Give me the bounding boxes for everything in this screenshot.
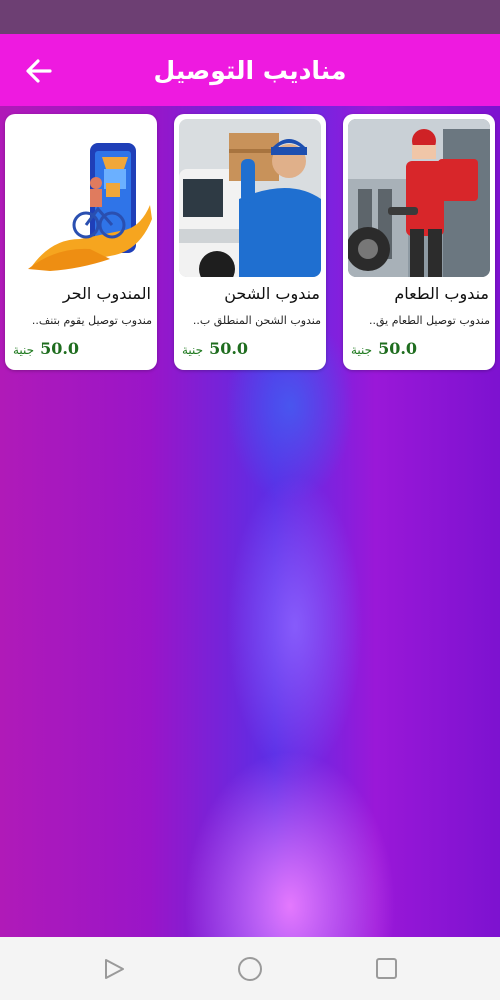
price-value: 50.0 [40,339,80,358]
content-area: مندوب الطعام مندوب توصيل الطعام يق.. جني… [0,106,500,937]
nav-home-button[interactable] [237,957,262,981]
freelance-courier-image [10,119,152,277]
shipping-courier-image [179,119,321,277]
courier-card-shipping[interactable]: مندوب الشحن مندوب الشحن المنطلق ب.. جنية… [174,114,326,370]
price-value: 50.0 [378,339,418,358]
courier-card-freelance[interactable]: المندوب الحر مندوب توصيل يقوم بتنف.. جني… [5,114,157,370]
price-row: جنية 50.0 [10,339,152,358]
courier-card-title: المندوب الحر [62,284,151,303]
page-title: مناديب التوصيل [153,55,347,85]
app-bar: مناديب التوصيل [0,34,500,106]
courier-card-title: مندوب الطعام [394,284,489,303]
nav-back-button[interactable] [102,957,126,981]
circle-home-icon [238,957,262,981]
price-value: 50.0 [209,339,249,358]
square-recents-icon [376,958,397,979]
price-row: جنية 50.0 [179,339,321,358]
currency-label: جنية [351,343,373,357]
courier-card-food[interactable]: مندوب الطعام مندوب توصيل الطعام يق.. جني… [343,114,495,370]
back-button[interactable] [22,54,56,88]
triangle-back-icon [105,959,124,979]
courier-card-description: مندوب توصيل الطعام يق.. [368,314,490,327]
currency-label: جنية [13,343,35,357]
courier-cards: مندوب الطعام مندوب توصيل الطعام يق.. جني… [5,114,495,372]
status-bar [0,0,500,34]
courier-card-description: مندوب توصيل يقوم بتنف.. [31,314,152,327]
food-courier-image [348,119,490,277]
courier-card-title: مندوب الشحن [224,284,320,303]
arrow-left-icon [26,59,52,83]
currency-label: جنية [182,343,204,357]
nav-recents-button[interactable] [375,957,399,981]
price-row: جنية 50.0 [348,339,490,358]
system-nav-bar [0,937,500,1000]
courier-card-description: مندوب الشحن المنطلق ب.. [192,314,321,327]
